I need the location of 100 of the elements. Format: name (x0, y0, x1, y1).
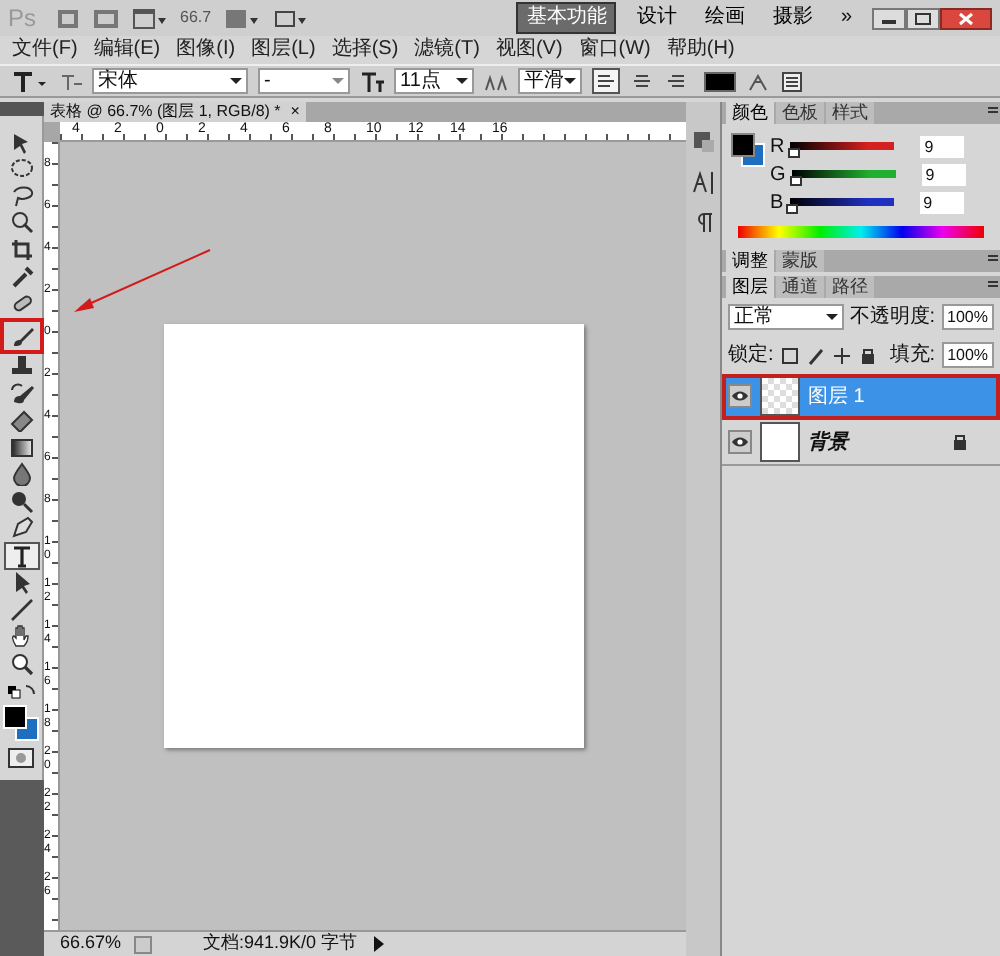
lock-position-icon[interactable] (831, 345, 852, 365)
gradient-icon (9, 435, 33, 460)
character-panel-icon[interactable] (691, 170, 715, 194)
panel-menu-icon[interactable] (986, 250, 1000, 266)
blend-mode-dropdown[interactable]: 正常 (728, 304, 844, 330)
slider-thumb[interactable] (789, 176, 802, 186)
slider-thumb[interactable] (788, 148, 801, 158)
color-swatch[interactable] (730, 132, 766, 168)
quick-select-icon (9, 210, 33, 235)
color-swatches-icon[interactable] (5, 683, 37, 699)
layout-icon[interactable] (132, 7, 168, 29)
eye-icon (732, 434, 748, 450)
text-orientation-icon[interactable] (58, 69, 82, 93)
tab-close-button[interactable]: × (290, 102, 300, 122)
channel-value-field[interactable]: 9 (921, 163, 966, 185)
menu-item[interactable]: 滤镜(T) (414, 37, 480, 61)
fill-label: 填充: (889, 341, 936, 370)
menu-item[interactable]: 文件(F) (12, 37, 78, 61)
workspace-tab[interactable]: 设计 (628, 4, 685, 32)
fill-field[interactable]: 100% (941, 342, 995, 368)
bridge-icon[interactable] (56, 7, 80, 29)
panel-tab[interactable]: 路径 (826, 276, 874, 298)
maximize-icon[interactable] (906, 7, 940, 29)
foreground-background-swatch[interactable] (2, 703, 40, 741)
brush-tool[interactable] (0, 317, 43, 353)
visibility-toggle[interactable] (728, 384, 752, 408)
menu-item[interactable]: 窗口(W) (578, 37, 651, 61)
warp-text-icon[interactable] (746, 69, 770, 93)
caret-icon (332, 78, 344, 84)
font-size-field[interactable]: 11点 (394, 68, 474, 94)
panel-tab[interactable]: 通道 (776, 276, 824, 298)
minimize-icon[interactable] (872, 7, 906, 29)
menu-item[interactable]: 帮助(H) (666, 37, 735, 61)
document-title: 表格 @ 66.7% (图层 1, RGB/8) * (50, 102, 281, 122)
menu-item[interactable]: 视图(V) (495, 37, 563, 61)
crop-icon (9, 237, 33, 262)
eye-icon (732, 388, 748, 404)
channel-value-field[interactable]: 9 (920, 135, 965, 157)
menu-item[interactable]: 选择(S) (331, 37, 399, 61)
panel-menu-icon[interactable] (986, 102, 1000, 118)
screen-mode-icon[interactable] (271, 7, 308, 29)
layer-thumbnail (760, 422, 800, 462)
font-family-dropdown[interactable]: 宋体 (92, 68, 248, 94)
type-tool[interactable] (3, 542, 39, 569)
marquee-icon (9, 156, 33, 181)
pen-icon (9, 516, 33, 541)
font-size-icon (360, 69, 384, 93)
lock-all-icon[interactable] (857, 345, 878, 365)
panel-tab[interactable]: 图层 (726, 276, 774, 298)
panel-tab[interactable]: 蒙版 (776, 250, 824, 272)
antialias-value: 平滑 (524, 70, 564, 92)
channel-label: B (770, 189, 784, 217)
status-arrow-icon[interactable] (369, 934, 388, 954)
caret-icon (230, 78, 242, 84)
align-icon[interactable] (592, 68, 620, 94)
menu-item[interactable]: 图层(L) (251, 37, 316, 61)
opacity-field[interactable]: 100% (941, 304, 994, 330)
arrange-icon[interactable] (223, 7, 260, 29)
slider-thumb[interactable] (786, 204, 799, 214)
mini-bridge-icon[interactable] (92, 7, 120, 29)
lock-transparency-icon[interactable] (779, 345, 800, 365)
healing-icon (9, 291, 33, 316)
blur-icon (9, 462, 33, 487)
font-style-value: - (264, 70, 271, 92)
panel-tab[interactable]: 色板 (776, 102, 824, 124)
zoom-dropdown[interactable]: 66.7 (180, 6, 212, 30)
lock-label: 锁定: (728, 341, 774, 370)
workspace-tab[interactable]: 基本功能 (516, 2, 617, 34)
channel-label: R (770, 133, 785, 161)
antialias-dropdown[interactable]: 平滑 (518, 68, 582, 94)
workspace-tab[interactable]: 绘画 (696, 4, 753, 32)
quick-mask-icon[interactable] (8, 747, 34, 767)
close-icon[interactable] (940, 7, 992, 29)
workspace-tab[interactable]: 摄影 (764, 4, 821, 32)
text-color-swatch[interactable] (704, 71, 736, 91)
hand-icon (9, 624, 33, 649)
font-style-dropdown[interactable]: - (258, 68, 350, 94)
menu-item[interactable]: 图像(I) (176, 37, 236, 61)
type-tool-icon[interactable] (12, 69, 48, 93)
visibility-toggle[interactable] (728, 430, 752, 454)
panel-tab[interactable]: 颜色 (726, 102, 774, 124)
panel-menu-icon[interactable] (986, 276, 1000, 292)
eraser-icon (9, 408, 33, 433)
layer-row[interactable]: 背景 (722, 420, 1000, 466)
panel-toggle-icon[interactable] (780, 69, 804, 93)
stamp-icon (9, 354, 33, 379)
menu-item[interactable]: 编辑(E) (93, 37, 161, 61)
dodge-icon (9, 489, 33, 514)
channel-value-field[interactable]: 9 (919, 191, 964, 213)
color-spectrum[interactable] (738, 226, 984, 238)
eyedropper-icon (9, 264, 33, 289)
lasso-icon (9, 183, 33, 208)
panel-tab[interactable]: 调整 (726, 250, 774, 272)
layer-thumbnail (760, 376, 800, 416)
color-panel-icon[interactable] (691, 130, 715, 154)
more-workspaces[interactable]: » (832, 4, 860, 32)
panel-tab[interactable]: 样式 (826, 102, 874, 124)
document-tab[interactable]: 表格 @ 66.7% (图层 1, RGB/8) * × (44, 102, 306, 122)
line-icon (9, 597, 33, 622)
lock-pixels-icon[interactable] (805, 345, 826, 365)
